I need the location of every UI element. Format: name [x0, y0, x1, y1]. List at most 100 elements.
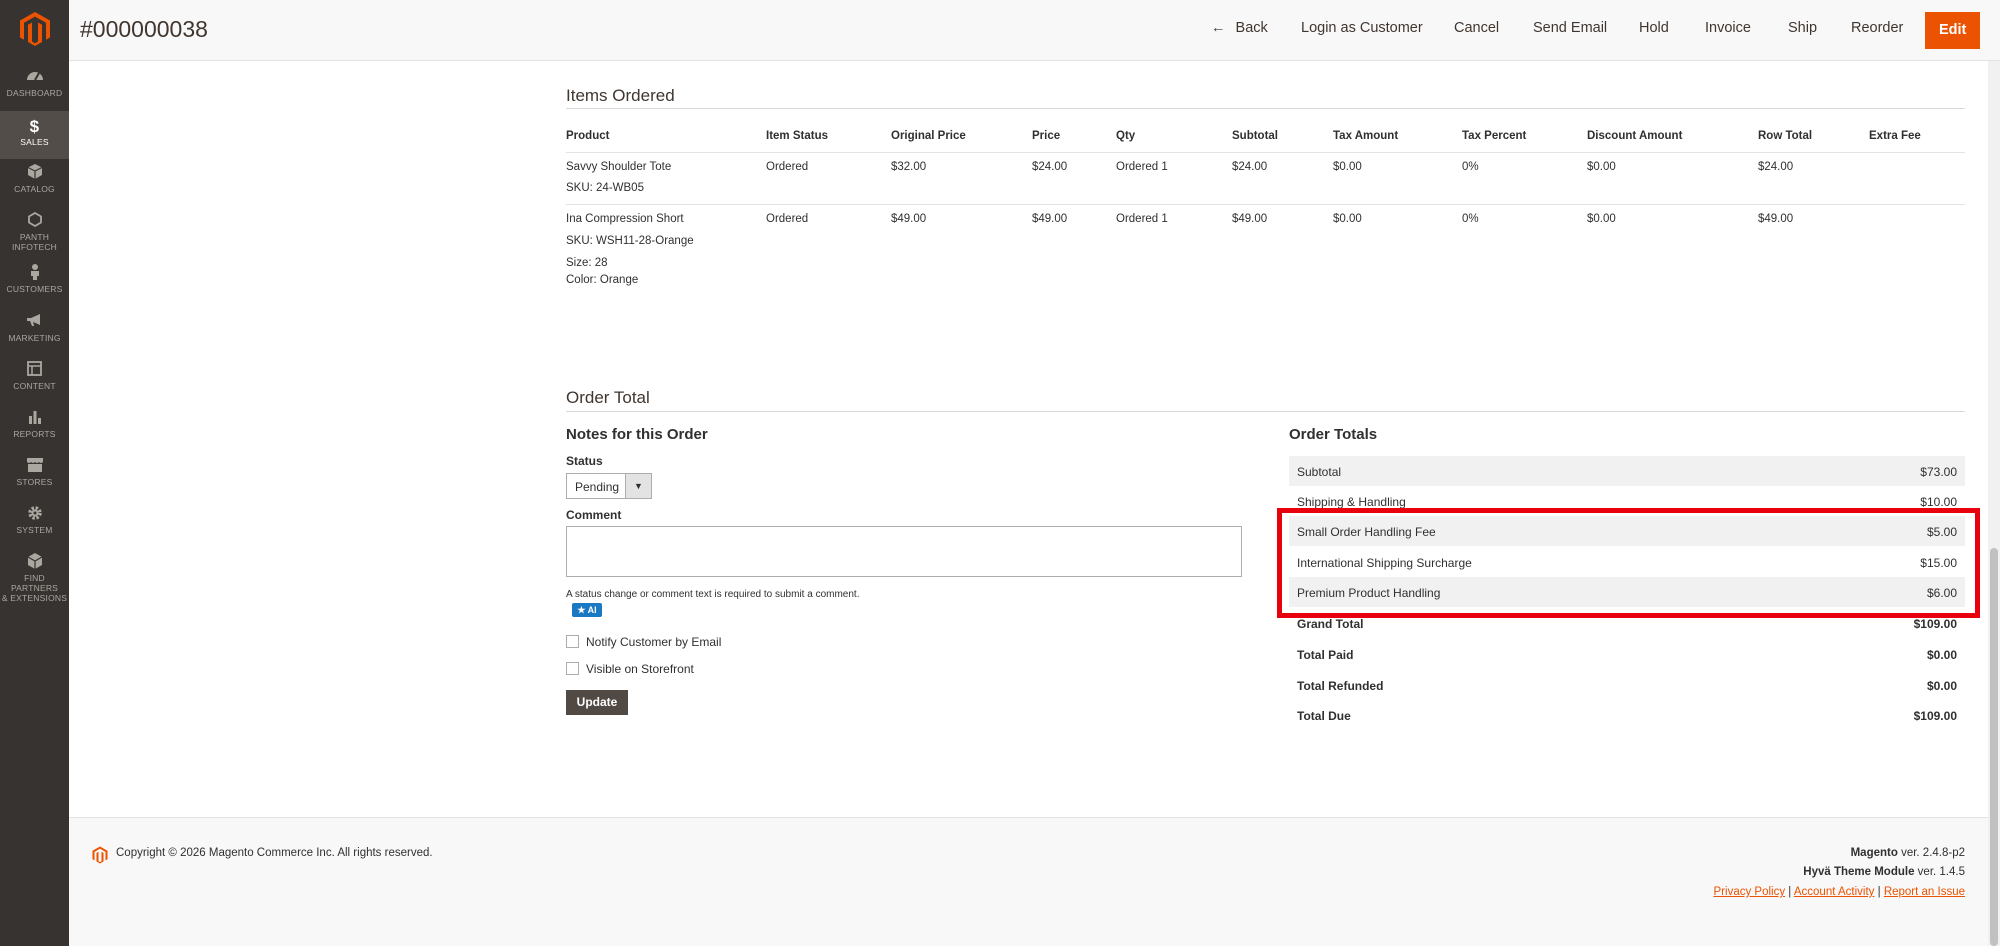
ship-button[interactable]: Ship [1788, 20, 1817, 36]
product-sku: SKU: WSH11-28-Orange [566, 235, 694, 247]
comment-label: Comment [566, 508, 622, 522]
stores-icon [0, 457, 69, 477]
send-email-button[interactable]: Send Email [1533, 20, 1607, 36]
sidebar-item-label: CUSTOMERS [6, 284, 63, 294]
dollar-icon: $ [29, 117, 40, 136]
magento-logo[interactable] [19, 12, 51, 46]
sidebar-item-catalog[interactable]: CATALOG [0, 164, 69, 210]
back-button[interactable]: ← Back [1211, 20, 1268, 36]
totals-value: $73.00 [1920, 465, 1957, 479]
tax-amount: $0.00 [1333, 161, 1362, 173]
column-header-subtotal: Subtotal [1232, 130, 1278, 142]
privacy-policy-link[interactable]: Privacy Policy [1714, 886, 1786, 898]
page-title: #000000038 [80, 16, 208, 42]
column-header-tax-percent: Tax Percent [1462, 130, 1527, 142]
back-label: Back [1235, 20, 1268, 36]
totals-value: $109.00 [1913, 709, 1957, 723]
items-ordered-title: Items Ordered [566, 86, 675, 105]
row-divider [566, 204, 1965, 205]
subtotal: $24.00 [1232, 161, 1268, 173]
qty: Ordered 1 [1116, 161, 1168, 173]
link-separator: | [1788, 886, 1792, 898]
original-price: $49.00 [891, 213, 927, 225]
column-header-price: Price [1032, 130, 1061, 142]
report-issue-link[interactable]: Report an Issue [1884, 886, 1965, 898]
qty: Ordered 1 [1116, 213, 1168, 225]
price: $49.00 [1032, 213, 1068, 225]
sidebar-item-sales[interactable]: $ SALES [0, 111, 69, 159]
edit-button[interactable]: Edit [1925, 12, 1981, 49]
row-total: $24.00 [1758, 161, 1794, 173]
product-name: Ina Compression Short [566, 213, 684, 225]
column-header-original-price: Original Price [891, 130, 966, 142]
totals-label: Shipping & Handling [1297, 495, 1406, 509]
product-size: Size: 28 [566, 257, 608, 269]
column-header-qty: Qty [1116, 130, 1136, 142]
sidebar-item-stores[interactable]: STORES [0, 457, 69, 503]
totals-row-total-paid: Total Paid $0.00 [1289, 639, 1965, 669]
sidebar-item-label: SALES [20, 137, 49, 147]
status-selected-value: Pending [575, 480, 620, 494]
subtotal: $49.00 [1232, 213, 1268, 225]
product-sku: SKU: 24-WB05 [566, 182, 644, 194]
gear-icon [0, 505, 69, 525]
update-button[interactable]: Update [566, 690, 628, 715]
sidebar-item-label: CATALOG [14, 184, 55, 194]
totals-value: $109.00 [1913, 617, 1957, 631]
content-icon [0, 361, 69, 381]
sidebar-item-label: REPORTS [13, 429, 56, 439]
sidebar-item-system[interactable]: SYSTEM [0, 505, 69, 551]
arrow-left-icon: ← [1211, 20, 1226, 36]
sidebar-item-panth-infotech[interactable]: PANTH INFOTECH [0, 211, 69, 258]
discount-amount: $0.00 [1587, 161, 1616, 173]
ai-badge[interactable]: ★ AI [572, 603, 602, 617]
totals-label: Total Paid [1297, 648, 1354, 662]
totals-row-total-refunded: Total Refunded $0.00 [1289, 670, 1965, 700]
footer-links: Privacy Policy | Account Activity | Repo… [1714, 886, 1965, 898]
scrollbar-thumb[interactable] [1990, 548, 1998, 946]
visible-on-storefront-checkbox[interactable] [566, 662, 579, 675]
chevron-down-icon: ▼ [625, 474, 651, 498]
sidebar-item-marketing[interactable]: MARKETING [0, 313, 69, 359]
extensions-icon [0, 553, 69, 573]
hexagon-icon [0, 211, 69, 232]
sidebar-item-reports[interactable]: REPORTS [0, 409, 69, 455]
tax-percent: 0% [1462, 213, 1479, 225]
totals-value: $10.00 [1920, 495, 1957, 509]
invoice-button[interactable]: Invoice [1705, 20, 1751, 36]
sidebar-item-dashboard[interactable]: DASHBOARD [0, 68, 69, 114]
account-activity-link[interactable]: Account Activity [1794, 886, 1875, 898]
tax-percent: 0% [1462, 161, 1479, 173]
sidebar-item-label: SYSTEM [16, 525, 53, 535]
column-header-row-total: Row Total [1758, 130, 1813, 142]
notify-customer-label[interactable]: Notify Customer by Email [586, 635, 721, 649]
sidebar-item-label-line1: FIND PARTNERS [10, 573, 59, 593]
order-totals-title: Order Totals [1289, 426, 1378, 443]
cancel-button[interactable]: Cancel [1454, 20, 1499, 36]
sidebar-item-label: STORES [16, 477, 53, 487]
sidebar-item-customers[interactable]: CUSTOMERS [0, 264, 69, 310]
megaphone-icon [0, 313, 69, 333]
sidebar-item-content[interactable]: CONTENT [0, 361, 69, 407]
sidebar-item-label: DASHBOARD [6, 88, 63, 98]
sidebar-item-label: MARKETING [8, 333, 61, 343]
price: $24.00 [1032, 161, 1068, 173]
sidebar-item-label: CONTENT [13, 381, 56, 391]
sidebar-item-find-partners[interactable]: FIND PARTNERS & EXTENSIONS [0, 553, 69, 603]
totals-label: Subtotal [1297, 465, 1342, 479]
sidebar-item-label-line1: PANTH [19, 232, 50, 242]
notify-customer-checkbox[interactable] [566, 635, 579, 648]
comment-textarea[interactable] [566, 526, 1242, 577]
original-price: $32.00 [891, 161, 927, 173]
status-select[interactable]: Pending ▼ [566, 473, 652, 499]
visible-on-storefront-label[interactable]: Visible on Storefront [586, 662, 694, 676]
product-color: Color: Orange [566, 274, 639, 286]
reorder-button[interactable]: Reorder [1851, 20, 1903, 36]
magento-version: Magento ver. 2.4.8-p2 [1850, 847, 1965, 859]
hold-button[interactable]: Hold [1639, 20, 1669, 36]
login-as-customer-button[interactable]: Login as Customer [1301, 20, 1423, 36]
header-divider [566, 152, 1965, 153]
column-header-tax-amount: Tax Amount [1333, 130, 1399, 142]
status-label: Status [566, 454, 603, 468]
item-status: Ordered [766, 213, 809, 225]
